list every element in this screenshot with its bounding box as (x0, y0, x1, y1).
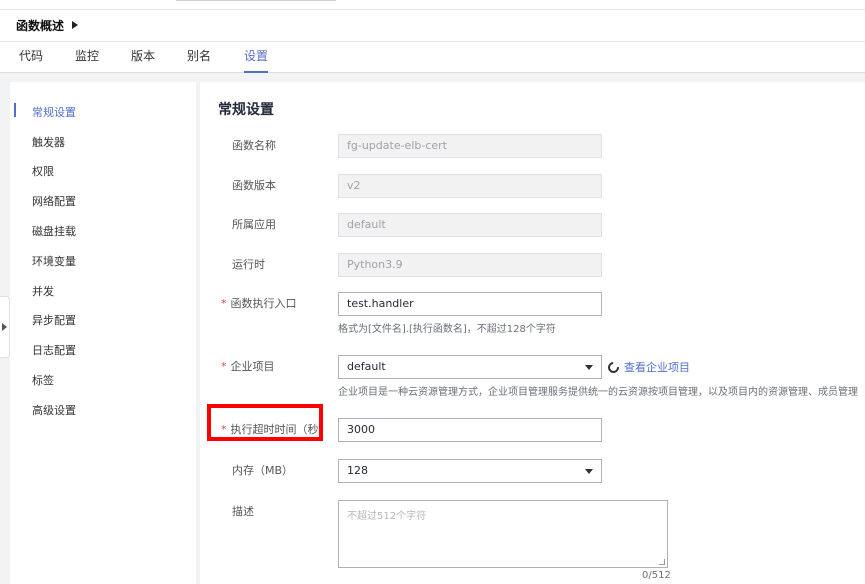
top-strip-notch (176, 0, 336, 1)
timeout-input[interactable]: 3000 (338, 418, 602, 442)
breadcrumb-title: 函数概述 (16, 18, 65, 33)
sidebar-item-tags[interactable]: 标签 (32, 373, 54, 389)
sidebar-item-general[interactable]: 常规设置 (32, 105, 76, 121)
description-placeholder: 不超过512个字符 (347, 511, 427, 522)
runtime-label: 运行时 (232, 258, 265, 271)
enterprise-project-label: * 企业项目 (221, 355, 275, 379)
handler-label: * 函数执行入口 (221, 292, 297, 316)
chevron-down-icon (585, 365, 593, 370)
enterprise-project-value: default (347, 360, 386, 373)
sidebar-item-advanced[interactable]: 高级设置 (32, 403, 76, 419)
description-label: 描述 (232, 505, 254, 518)
function-name-field: fg-update-elb-cert (338, 134, 602, 158)
sidebar-item-triggers[interactable]: 触发器 (32, 135, 65, 151)
tab-settings[interactable]: 设置 (244, 47, 269, 73)
function-name-label: 函数名称 (232, 139, 276, 152)
enterprise-project-label-text: 企业项目 (230, 360, 275, 373)
memory-select[interactable]: 128 (338, 459, 602, 483)
resize-handle-icon[interactable] (659, 559, 665, 565)
view-enterprise-project[interactable]: 查看企业项目 (605, 359, 690, 375)
description-counter: 0/512 (642, 570, 671, 581)
required-asterisk: * (221, 360, 227, 373)
top-strip (0, 0, 865, 10)
sidebar-item-network[interactable]: 网络配置 (32, 194, 76, 210)
handler-label-text: 函数执行入口 (230, 297, 297, 310)
function-version-field: v2 (338, 174, 602, 198)
settings-sidebar (10, 82, 196, 584)
description-textarea[interactable]: 不超过512个字符 (338, 500, 668, 568)
sidebar-item-env-vars[interactable]: 环境变量 (32, 254, 76, 270)
sidebar-item-logging[interactable]: 日志配置 (32, 343, 76, 359)
caret-right-icon (2, 323, 7, 331)
app-label: 所属应用 (232, 218, 276, 231)
handler-input[interactable]: test.handler (338, 292, 602, 316)
sidebar-item-permissions[interactable]: 权限 (32, 164, 54, 180)
refresh-icon[interactable] (605, 359, 622, 375)
section-title: 常规设置 (218, 102, 274, 118)
caret-right-icon[interactable] (72, 21, 79, 29)
sidebar-active-indicator (14, 103, 16, 117)
tab-monitor[interactable]: 监控 (75, 47, 99, 73)
sidebar-collapse-toggle[interactable] (0, 296, 10, 358)
memory-value: 128 (347, 464, 368, 477)
tab-bar: 代码 监控 版本 别名 设置 (0, 42, 865, 73)
handler-hint: 格式为[文件名].[执行函数名]，不超过128个字符 (338, 324, 556, 335)
sidebar-item-disk-mount[interactable]: 磁盘挂载 (32, 224, 76, 240)
enterprise-project-hint: 企业项目是一种云资源管理方式，企业项目管理服务提供统一的云资源按项目管理，以及项… (338, 387, 858, 398)
sidebar-item-concurrency[interactable]: 并发 (32, 284, 54, 300)
function-version-label: 函数版本 (232, 179, 276, 192)
required-asterisk: * (221, 297, 227, 310)
timeout-highlight-box (207, 404, 323, 441)
runtime-field: Python3.9 (338, 253, 602, 277)
chevron-down-icon (585, 469, 593, 474)
enterprise-project-select[interactable]: default (338, 355, 602, 379)
memory-label: 内存（MB） (232, 464, 294, 477)
app-field: default (338, 213, 602, 237)
view-enterprise-project-link[interactable]: 查看企业项目 (624, 359, 690, 375)
breadcrumb[interactable]: 函数概述 (16, 14, 79, 36)
tab-code[interactable]: 代码 (19, 47, 43, 73)
tab-versions[interactable]: 版本 (131, 47, 155, 73)
sidebar-item-async[interactable]: 异步配置 (32, 313, 76, 329)
tab-aliases[interactable]: 别名 (187, 47, 211, 73)
